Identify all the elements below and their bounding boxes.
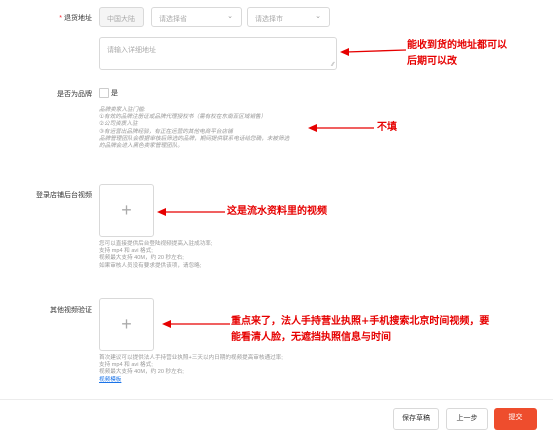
annotation-address-line2: 后期可以改 — [407, 56, 457, 67]
required-star: * — [59, 15, 62, 22]
resize-handle-icon[interactable]: ∕∕ — [332, 62, 334, 68]
is-brand-label: 是否为品牌 — [57, 91, 92, 98]
country-select[interactable]: 中国大陆 — [99, 7, 144, 27]
plus-icon: + — [121, 200, 132, 220]
city-select[interactable]: 请选择市 ⌄ — [247, 7, 330, 27]
other-video-label: 其他视频验证 — [50, 307, 92, 314]
save-draft-button[interactable]: 保存草稿 — [393, 408, 439, 430]
arrow-address — [340, 48, 407, 56]
annotation-store-video: 这是流水资料里的视频 — [227, 206, 327, 217]
detail-address-textarea[interactable]: 请输入详细地址 ∕∕ — [99, 37, 337, 70]
store-video-upload[interactable]: + — [99, 184, 154, 237]
brand-checkbox-label: 是 — [111, 90, 118, 97]
submit-button[interactable]: 提交 — [494, 408, 537, 430]
arrow-store-video — [157, 208, 225, 216]
store-video-label: 登录店铺后台视频 — [36, 192, 92, 199]
annotation-other-video-line2: 能看清人脸，无遮挡执照信息与时间 — [231, 332, 391, 343]
other-video-hints: 首次建议可以提供法人手持营业执照+三天以内日期的视频提高审核通过率; 支持 mp… — [99, 355, 359, 384]
annotation-address-line1: 能收到货的地址都可以 — [407, 40, 507, 51]
chevron-down-icon: ⌄ — [315, 13, 321, 20]
prev-step-button[interactable]: 上一步 — [446, 408, 488, 430]
annotation-other-video-line1: 重点来了，法人手持营业执照+手机搜索北京时间视频，要 — [231, 316, 490, 327]
arrow-brand — [308, 124, 374, 132]
province-select[interactable]: 请选择省 ⌄ — [151, 7, 242, 27]
video-template-link[interactable]: 视频模板 — [99, 377, 359, 384]
chevron-down-icon: ⌄ — [227, 13, 233, 20]
detail-address-placeholder: 请输入详细地址 — [107, 47, 156, 54]
return-address-label: * 退货地址 — [59, 15, 92, 22]
country-value: 中国大陆 — [107, 16, 135, 23]
other-video-upload[interactable]: + — [99, 298, 154, 351]
plus-icon: + — [121, 314, 132, 334]
arrow-other-video — [162, 320, 230, 328]
annotation-brand: 不填 — [377, 122, 397, 133]
store-video-hints: 您可以直接提供后台登陆视频提高入驻成功率; 支持 mp4 和 avi 格式; 视… — [99, 241, 213, 269]
footer-divider — [0, 399, 553, 400]
brand-checkbox[interactable] — [99, 88, 109, 98]
